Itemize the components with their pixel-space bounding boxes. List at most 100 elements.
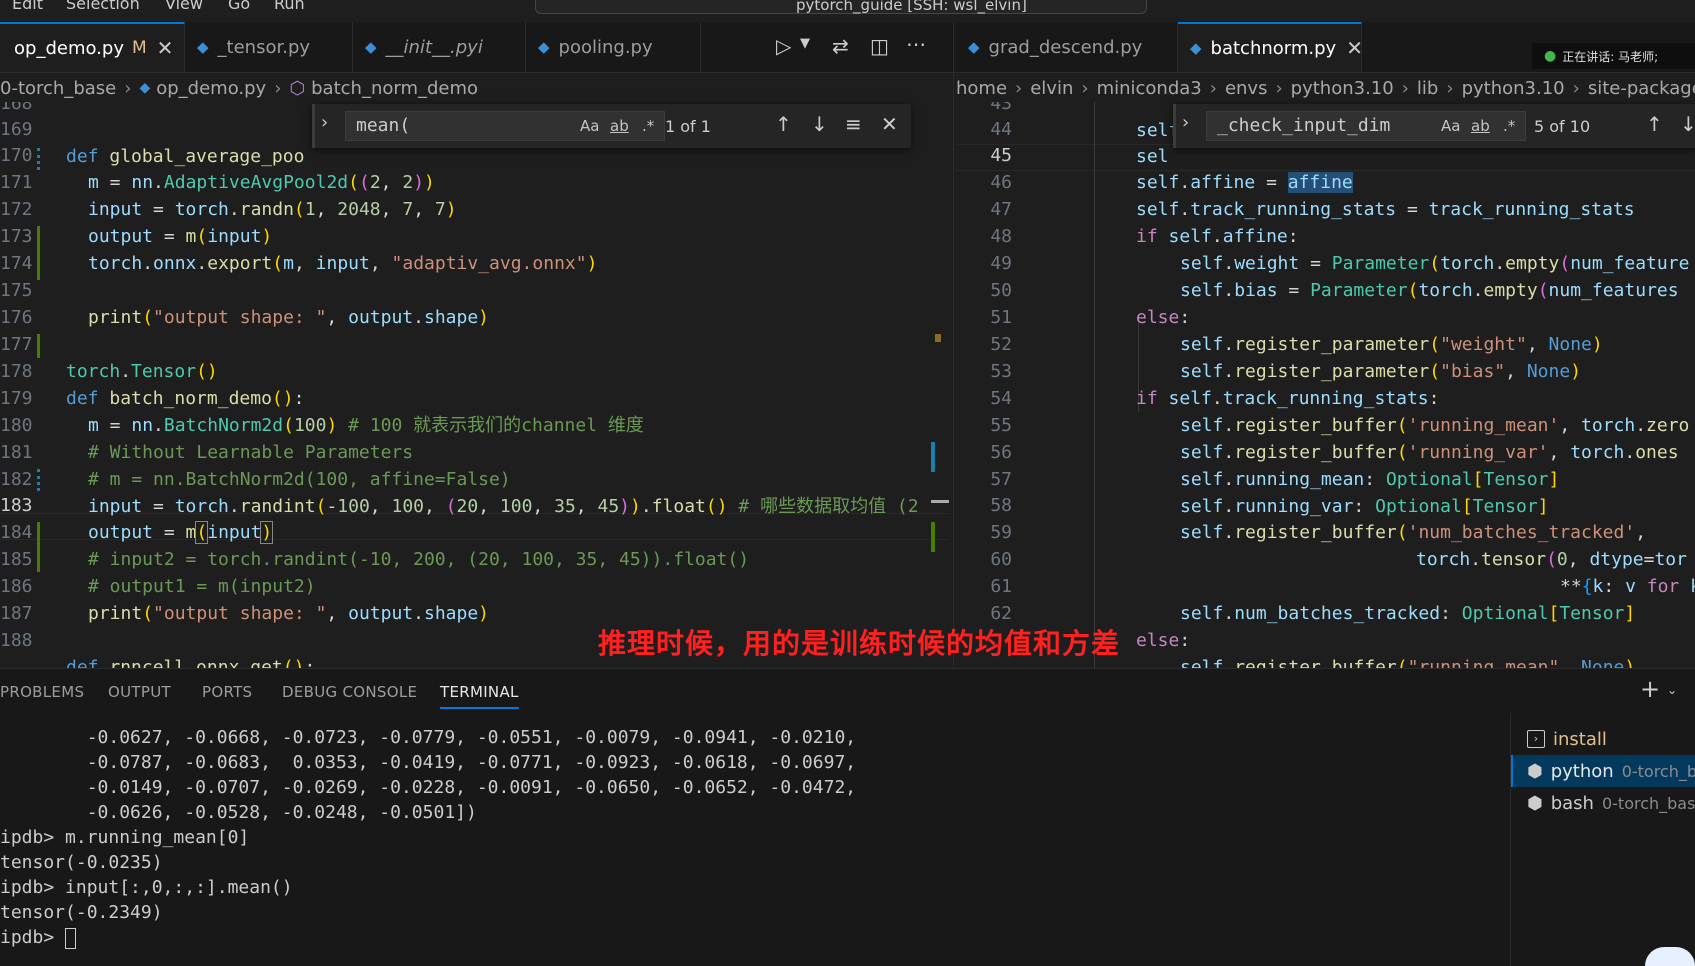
line-number: 54 (990, 388, 1012, 409)
arrow-down-icon[interactable]: ↓ (1680, 112, 1695, 136)
new-terminal-icon[interactable]: + (1640, 675, 1660, 703)
code-line: torch.onnx.export(m, input, "adaptiv_avg… (88, 253, 598, 274)
line-number: 172 (0, 199, 33, 220)
breadcrumb-file[interactable]: op_demo.py (156, 78, 266, 99)
terminal-name: install (1553, 728, 1607, 750)
chevron-down-icon[interactable]: ▼ (800, 36, 810, 51)
close-icon[interactable]: ✕ (157, 36, 174, 60)
tab-label: op_demo.py (14, 37, 124, 59)
chevron-right-icon[interactable]: › (1182, 112, 1189, 133)
code-line: if self.track_running_stats: (1136, 388, 1440, 409)
line-number: 168 (0, 102, 33, 114)
code-line: self.register_parameter("bias", None) (1180, 361, 1582, 382)
tab-ports[interactable]: PORTS (202, 683, 252, 701)
tab-label: batchnorm.py (1210, 37, 1337, 59)
breadcrumb-segment[interactable]: home (956, 78, 1007, 99)
code-line: # m = nn.BatchNorm2d(100, affine=False) (88, 469, 511, 490)
terminal[interactable]: -0.0627, -0.0668, -0.0723, -0.0779, -0.0… (0, 713, 1510, 966)
tab-output[interactable]: OUTPUT (108, 683, 171, 701)
gutter-modified-mark (37, 148, 40, 170)
arrow-down-icon[interactable]: ↓ (811, 112, 828, 136)
source-control-compare-icon[interactable]: ⇄ (832, 34, 849, 58)
terminal-prompt: ipdb> (0, 925, 77, 950)
match-case-toggle[interactable]: Aa (1441, 117, 1460, 135)
tab-tensor[interactable]: ◆ _tensor.py (185, 22, 353, 72)
code-line: input = torch.randn(1, 2048, 7, 7) (88, 199, 457, 220)
terminal-line: tensor(-0.0235) (0, 852, 163, 873)
terminal-line: -0.0149, -0.0707, -0.0269, -0.0228, -0.0… (0, 777, 857, 798)
terminal-item-python[interactable]: ⬢ python 0-torch_base (1511, 755, 1695, 787)
close-icon[interactable]: ✕ (881, 112, 898, 136)
editor-splitter[interactable] (953, 22, 954, 668)
breadcrumb-segment[interactable]: site-packages (1588, 78, 1695, 99)
terminal-item-bash[interactable]: ⬢ bash 0-torch_base (1511, 787, 1695, 819)
chevron-down-icon[interactable]: ⌄ (1667, 683, 1677, 697)
match-word-toggle[interactable]: ab (610, 117, 629, 135)
breadcrumb-symbol[interactable]: batch_norm_demo (311, 78, 478, 99)
menu-selection[interactable]: Selection (66, 0, 140, 13)
run-icon[interactable]: ▷ (776, 34, 791, 58)
line-number: 173 (0, 226, 33, 247)
tab-grad-descend[interactable]: ◆ grad_descend.py (956, 22, 1178, 72)
bottom-panel: PROBLEMS OUTPUT PORTS DEBUG CONSOLE TERM… (0, 668, 1695, 966)
tab-terminal[interactable]: TERMINAL (440, 683, 519, 709)
chevron-right-icon: › (274, 77, 282, 99)
tab-batchnorm[interactable]: ◆ batchnorm.py ✕ (1178, 22, 1363, 72)
video-subtitle: 推理时候，用的是训练时候的均值和方差 (598, 627, 1121, 660)
tab-problems[interactable]: PROBLEMS (0, 683, 84, 701)
tab-op-demo[interactable]: op_demo.py M ✕ (0, 22, 185, 72)
code-line: print("output shape: ", output.shape) (88, 603, 490, 624)
terminal-item-install[interactable]: › install (1511, 723, 1695, 755)
python-file-icon: ◆ (538, 38, 550, 56)
menu-edit[interactable]: Edit (12, 0, 43, 13)
breadcrumb-segment[interactable]: elvin (1030, 78, 1073, 99)
more-actions-icon[interactable]: ⋯ (906, 32, 926, 56)
line-number: 58 (990, 495, 1012, 516)
breadcrumb-segment[interactable]: miniconda3 (1097, 78, 1202, 99)
terminal-line: -0.0627, -0.0668, -0.0723, -0.0779, -0.0… (0, 727, 857, 748)
tab-init-pyi[interactable]: ◆ __init__.pyi (353, 22, 526, 72)
tab-debug-console[interactable]: DEBUG CONSOLE (282, 683, 417, 701)
left-editor[interactable]: 168 169 def global_average_poo 170 m = n… (0, 102, 950, 668)
code-line: self.weight = Parameter(torch.empty(num_… (1180, 253, 1690, 274)
arrow-up-icon[interactable]: ↑ (1646, 112, 1663, 136)
arrow-up-icon[interactable]: ↑ (775, 112, 792, 136)
breadcrumb-right: home › elvin › miniconda3 › envs › python3.1… (956, 74, 1695, 102)
find-input[interactable]: mean( Aa ab .* (345, 111, 665, 141)
line-number: 45 (990, 145, 1012, 166)
menu-bar: Edit Selection View Go Run pytorch_guide… (0, 0, 1695, 14)
right-editor[interactable]: 43 self 44 sel 45 self.affine = affine 4… (956, 102, 1695, 668)
close-icon[interactable]: ✕ (1346, 36, 1363, 60)
match-case-toggle[interactable]: Aa (580, 117, 599, 135)
chevron-right-icon[interactable]: › (321, 112, 328, 133)
find-input-value: _check_input_dim (1217, 115, 1391, 136)
code-line: torch.Tensor() (66, 361, 218, 382)
breadcrumb-segment[interactable]: python3.10 (1291, 78, 1394, 99)
line-number: 60 (990, 549, 1012, 570)
tab-pooling[interactable]: ◆ pooling.py (526, 22, 701, 72)
microphone-icon: ● (1544, 48, 1557, 64)
command-center-label: pytorch_guide [SSH: wsl_elvin] (796, 0, 1027, 14)
breadcrumb-folder[interactable]: 0-torch_base (0, 78, 116, 99)
menu-view[interactable]: View (165, 0, 203, 13)
find-input[interactable]: _check_input_dim Aa ab .* (1206, 111, 1526, 141)
code-line: **{k: v for k (1560, 576, 1695, 597)
line-number: 171 (0, 172, 33, 193)
breadcrumb-segment[interactable]: lib (1417, 78, 1438, 99)
left-tab-bar: op_demo.py M ✕ ◆ _tensor.py ◆ __init__.p… (0, 22, 955, 73)
code-line: self.num_batches_tracked: Optional[Tenso… (1180, 603, 1636, 624)
menu-go[interactable]: Go (228, 0, 250, 13)
tab-label: grad_descend.py (988, 36, 1143, 58)
split-editor-icon[interactable]: ◫ (870, 34, 889, 58)
code-line: self.track_running_stats = track_running… (1136, 199, 1635, 220)
breadcrumb-segment[interactable]: envs (1225, 78, 1268, 99)
menu-run[interactable]: Run (274, 0, 305, 13)
breadcrumb-segment[interactable]: python3.10 (1462, 78, 1565, 99)
tab-label: __init__.pyi (385, 36, 483, 58)
command-center[interactable]: pytorch_guide [SSH: wsl_elvin] (535, 0, 1147, 14)
regex-toggle[interactable]: .* (642, 117, 654, 135)
regex-toggle[interactable]: .* (1503, 117, 1515, 135)
line-number: 179 (0, 388, 33, 409)
match-word-toggle[interactable]: ab (1471, 117, 1490, 135)
find-in-selection-icon[interactable]: ≡ (845, 112, 862, 136)
